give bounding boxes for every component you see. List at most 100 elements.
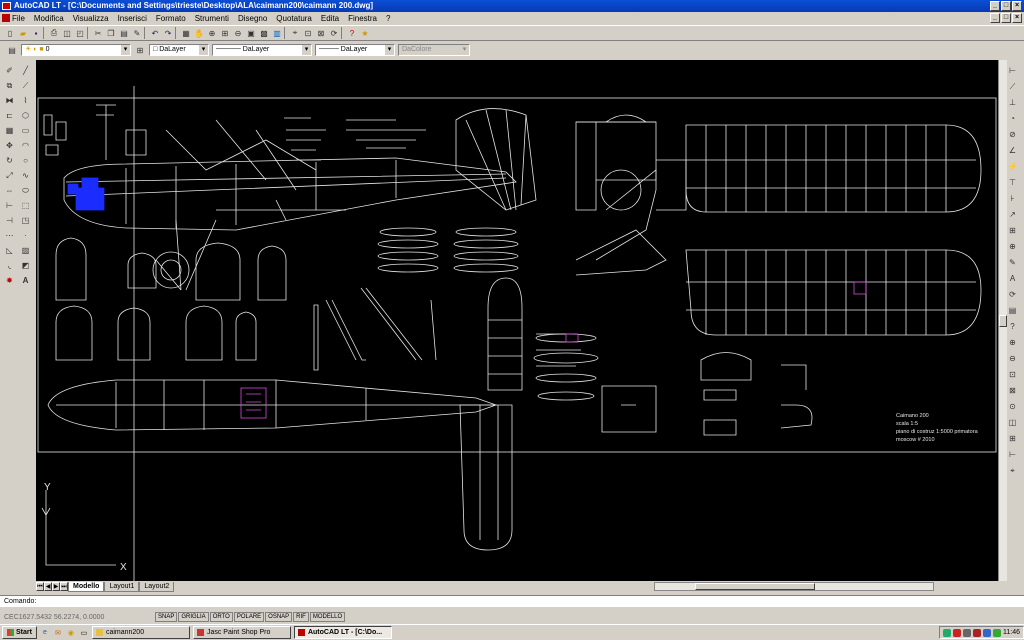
first-tab-arrow-icon[interactable]: ⏮ [36,582,44,591]
maximize-button[interactable]: □ [1001,1,1011,11]
menu-help[interactable]: ? [386,14,390,23]
antivirus-icon[interactable] [953,628,961,637]
document-icon[interactable] [2,14,10,22]
linetype-dropdown[interactable]: ───── DaLayer [212,44,312,56]
layer-dropdown[interactable]: ☀ ◐ ■ 0 [21,44,131,56]
lineweight-dropdown[interactable]: ──── DaLayer [315,44,395,56]
dimension-update-icon[interactable]: ⟳ [1006,288,1019,301]
point-icon[interactable]: · [19,229,32,242]
publish-icon[interactable]: ◰ [74,27,86,39]
dimension-edit-icon[interactable]: ✎ [1006,256,1019,269]
taskbar-item-active[interactable]: AutoCAD LT - [C:\Do... [293,626,392,639]
menu-visualizza[interactable]: Visualizza [73,14,109,23]
drawing-canvas[interactable]: Caimano 200 scala 1:5 piano di costruz 1… [36,60,998,581]
menu-formato[interactable]: Formato [156,14,186,23]
last-tab-arrow-icon[interactable]: ⏭ [60,582,68,591]
tolerance-icon[interactable]: ⊞ [1006,224,1019,237]
mirror-icon[interactable]: ⧓ [3,94,16,107]
insert-block-icon[interactable]: ⬚ [19,199,32,212]
aligned-dimension-icon[interactable]: ⟋ [1006,80,1019,93]
zoom-previous-icon[interactable]: ⊖ [232,27,244,39]
next-tab-arrow-icon[interactable]: ▶ [52,582,60,591]
network-icon[interactable] [943,628,951,637]
zoom-object-icon[interactable]: ◫ [1006,416,1019,429]
hatch-icon[interactable]: ▨ [19,244,32,257]
quick-dimension-icon[interactable]: ⚡ [1006,160,1019,173]
tool-palettes-icon[interactable]: ▥ [271,27,283,39]
zoom-in-icon[interactable]: ⊕ [1006,336,1019,349]
command-line[interactable]: Comando: [0,595,1024,607]
region-icon[interactable]: ◩ [19,259,32,272]
distance-icon[interactable]: ⌖ [289,27,301,39]
horizontal-scroll-thumb[interactable] [695,583,816,590]
update-icon[interactable] [983,628,991,637]
circle-icon[interactable]: ○ [19,154,32,167]
menu-inserisci[interactable]: Inserisci [118,14,147,23]
polygon-icon[interactable]: ⬡ [19,109,32,122]
otrack-toggle[interactable]: RIF [293,612,309,622]
zoom-center-icon[interactable]: ⊙ [1006,400,1019,413]
model-toggle[interactable]: MODELLO [309,612,346,622]
undo-icon[interactable]: ↶ [149,27,161,39]
print-preview-icon[interactable]: ◫ [61,27,73,39]
help-icon[interactable]: ? [346,27,358,39]
zoom-window-icon[interactable]: ⊞ [219,27,231,39]
diameter-dimension-icon[interactable]: ⊘ [1006,128,1019,141]
copy-object-icon[interactable]: ⧉ [3,79,16,92]
start-button[interactable]: Start [2,626,37,639]
media-player-icon[interactable]: ◉ [66,628,76,638]
zoom-all-icon[interactable]: ⊠ [315,27,327,39]
print-icon[interactable]: ⎙ [48,27,60,39]
layer-manager-icon[interactable]: ▤ [6,44,18,56]
menu-file[interactable]: File [12,14,25,23]
new-file-icon[interactable]: ▯ [4,27,16,39]
erase-icon[interactable]: ✐ [3,64,16,77]
menu-finestra[interactable]: Finestra [348,14,377,23]
security-icon[interactable] [973,628,981,637]
volume-icon[interactable] [963,628,971,637]
spline-icon[interactable]: ∿ [19,169,32,182]
center-mark-icon[interactable]: ⊕ [1006,240,1019,253]
dimension-style-icon[interactable]: ▤ [1006,304,1019,317]
line-icon[interactable]: ╱ [19,64,32,77]
polar-toggle[interactable]: POLARE [233,612,265,622]
continue-dimension-icon[interactable]: ⊦ [1006,192,1019,205]
menu-edita[interactable]: Edita [321,14,339,23]
construction-line-icon[interactable]: ⟋ [19,79,32,92]
design-center-icon[interactable]: ▩ [258,27,270,39]
zoom-extents-icon[interactable]: ⊡ [302,27,314,39]
taskbar-item[interactable]: caimann200 [91,626,190,639]
rectangle-icon[interactable]: ▭ [19,124,32,137]
paste-icon[interactable]: ▤ [118,27,130,39]
dimension-override-icon[interactable]: ⊢ [1006,448,1019,461]
zoom-scale-icon[interactable]: ⊠ [1006,384,1019,397]
doc-close-button[interactable]: × [1012,13,1022,23]
drawing-svg[interactable]: Caimano 200 scala 1:5 piano di costruz 1… [36,60,998,581]
tab-layout1[interactable]: Layout1 [104,581,140,592]
trim-icon[interactable]: ⊢ [3,199,16,212]
menu-strumenti[interactable]: Strumenti [195,14,229,23]
taskbar-item[interactable]: Jasc Paint Shop Pro [192,626,291,639]
angular-dimension-icon[interactable]: ∠ [1006,144,1019,157]
menu-modifica[interactable]: Modifica [34,14,64,23]
regen-icon[interactable]: ⟳ [328,27,340,39]
zoom-dynamic-icon[interactable]: ⊡ [1006,368,1019,381]
doc-restore-button[interactable]: □ [1001,13,1011,23]
color-dropdown[interactable]: □ DaLayer [149,44,209,56]
grid-toggle[interactable]: GRIGLIA [178,612,209,622]
ordinate-dimension-icon[interactable]: ⊥ [1006,96,1019,109]
show-desktop-icon[interactable]: ▭ [79,628,89,638]
properties-icon[interactable]: ▣ [245,27,257,39]
snap-toggle[interactable]: SNAP [155,612,178,622]
dimension-text-edit-icon[interactable]: A [1006,272,1019,285]
save-icon[interactable]: ▪ [30,27,42,39]
vertical-scroll-thumb[interactable] [999,315,1007,327]
make-block-icon[interactable]: ◳ [19,214,32,227]
linear-dimension-icon[interactable]: ⊢ [1006,64,1019,77]
vertical-scrollbar[interactable] [998,60,1007,581]
whats-new-icon[interactable]: ★ [359,27,371,39]
inquiry-icon[interactable]: ? [1006,320,1019,333]
scale-icon[interactable]: ⤢ [3,169,16,182]
horizontal-scrollbar[interactable] [654,582,935,591]
offset-icon[interactable]: ⊏ [3,109,16,122]
